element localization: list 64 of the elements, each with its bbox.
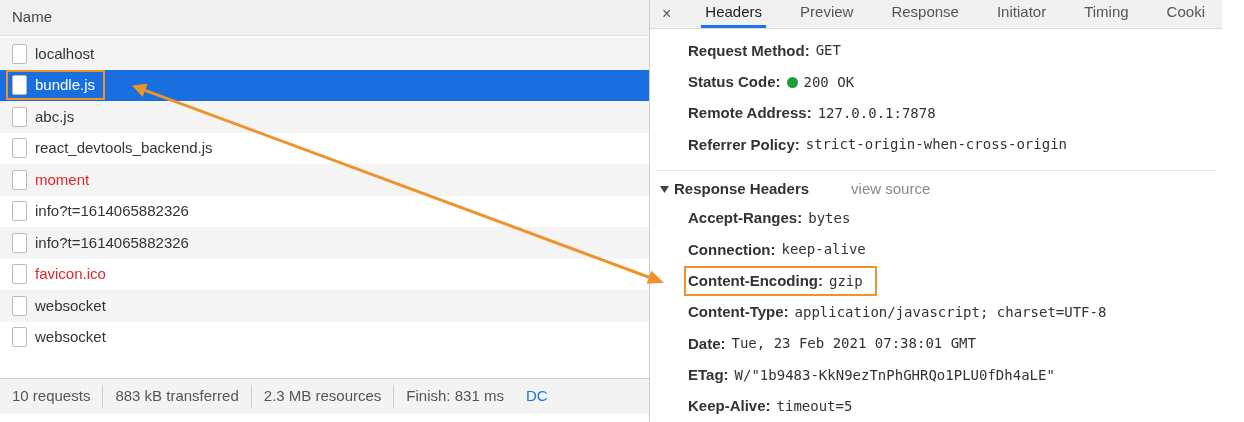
request-name: bundle.js bbox=[35, 75, 96, 95]
request-row[interactable]: websocket bbox=[0, 290, 649, 322]
request-row[interactable]: moment bbox=[0, 164, 649, 196]
tab[interactable]: Cooki bbox=[1162, 0, 1209, 29]
header-value: W/"1b9483-KkN9ezTnPhGHRQo1PLU0fDh4aLE" bbox=[734, 365, 1055, 385]
file-icon bbox=[12, 232, 27, 253]
tab[interactable]: Headers bbox=[701, 0, 767, 29]
file-icon bbox=[12, 264, 27, 285]
header-name: Date: bbox=[688, 333, 726, 354]
status-text: 883 kB transferred bbox=[102, 385, 251, 408]
header-value: strict-origin-when-cross-origin bbox=[805, 135, 1067, 155]
request-row[interactable]: bundle.js bbox=[0, 69, 649, 101]
header-name: Request Method: bbox=[688, 40, 810, 61]
request-row[interactable]: abc.js bbox=[0, 101, 649, 133]
column-header[interactable]: Name bbox=[12, 6, 52, 29]
tab[interactable]: Response bbox=[887, 0, 963, 29]
header-value: Tue, 23 Feb 2021 07:38:01 GMT bbox=[731, 334, 976, 354]
file-icon bbox=[12, 295, 27, 316]
status-text: 2.3 MB resources bbox=[250, 385, 394, 408]
request-name: websocket bbox=[35, 327, 106, 347]
request-row[interactable]: localhost bbox=[0, 38, 649, 70]
file-icon bbox=[12, 106, 27, 127]
header-name: Status Code: bbox=[688, 71, 781, 92]
header-value: 200 OK bbox=[803, 72, 855, 92]
tab[interactable]: Initiator bbox=[992, 0, 1051, 29]
expand-arrow-icon[interactable] bbox=[660, 185, 669, 193]
file-icon bbox=[12, 138, 27, 159]
file-icon bbox=[12, 169, 27, 190]
header-value: GET bbox=[815, 41, 841, 61]
header-value: 127.0.0.1:7878 bbox=[817, 104, 936, 123]
header-name: Content-Type: bbox=[688, 302, 789, 323]
header-value: application/javascript; charset=UTF-8 bbox=[794, 302, 1107, 322]
tab[interactable]: Preview bbox=[796, 0, 858, 29]
request-name: localhost bbox=[35, 43, 95, 64]
tab[interactable]: Timing bbox=[1080, 0, 1133, 29]
header-value: timeout=5 bbox=[776, 396, 853, 416]
view-source-link[interactable]: view source bbox=[851, 177, 931, 201]
header-name: Remote Address: bbox=[688, 103, 812, 124]
header-name: Connection: bbox=[688, 239, 776, 260]
header-value: keep-alive bbox=[781, 240, 866, 260]
request-name: react_devtools_backend.js bbox=[35, 138, 213, 158]
header-name: Content-Encoding: bbox=[688, 270, 823, 291]
header-value: bytes bbox=[808, 209, 851, 229]
status-text: Finish: 831 ms bbox=[393, 385, 516, 408]
header-name: Referrer Policy: bbox=[688, 134, 800, 155]
header-name: Accept-Ranges: bbox=[688, 208, 803, 229]
header-name: ETag: bbox=[688, 364, 729, 385]
status-link[interactable]: DC bbox=[515, 385, 558, 408]
request-name: info?t=1614065882326 bbox=[35, 232, 189, 253]
section-title[interactable]: Response Headers bbox=[674, 177, 810, 201]
request-name: moment bbox=[35, 169, 90, 190]
request-name: info?t=1614065882326 bbox=[35, 201, 189, 221]
file-icon bbox=[12, 201, 27, 222]
file-icon bbox=[12, 43, 27, 64]
header-name: Keep-Alive: bbox=[688, 396, 771, 417]
file-icon bbox=[12, 327, 27, 348]
request-name: abc.js bbox=[35, 106, 75, 127]
status-text: 10 requests bbox=[11, 386, 92, 407]
request-row[interactable]: info?t=1614065882326 bbox=[0, 227, 649, 259]
request-name: websocket bbox=[35, 295, 106, 316]
request-name: favicon.ico bbox=[35, 264, 106, 284]
header-value: gzip bbox=[829, 271, 863, 291]
file-icon bbox=[12, 75, 27, 96]
close-button[interactable]: × bbox=[662, 0, 672, 29]
